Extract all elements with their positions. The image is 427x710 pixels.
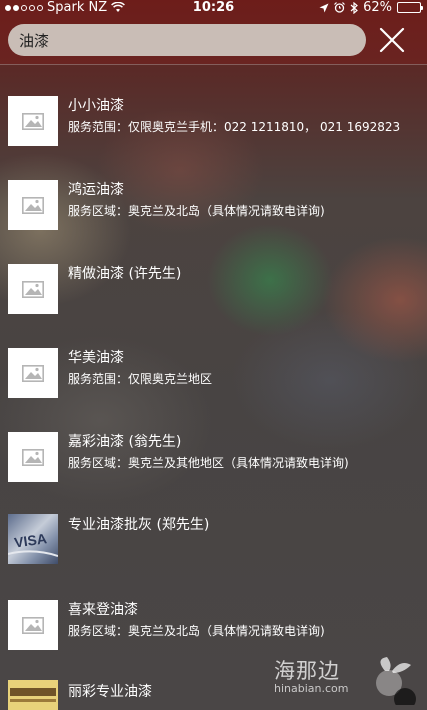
status-right: 62% xyxy=(319,0,423,15)
bluetooth-icon xyxy=(350,1,359,14)
result-item[interactable]: 精做油漆 (许先生) xyxy=(0,236,427,320)
close-button[interactable] xyxy=(377,27,407,55)
alarm-clock-icon xyxy=(334,2,346,13)
result-item[interactable]: 鸿运油漆 服务区域：奥克兰及北岛（具体情况请致电详询) xyxy=(0,152,427,236)
result-title: 精做油漆 (许先生) xyxy=(68,266,182,282)
placeholder-image-icon xyxy=(8,96,58,146)
result-description: 服务区域：奥克兰及其他地区（具体情况请致电详询) xyxy=(68,456,349,470)
result-item[interactable]: 嘉彩油漆 (翁先生) 服务区域：奥克兰及其他地区（具体情况请致电详询) xyxy=(0,404,427,488)
screen: Spark NZ 10:26 62% 油漆 小小油漆 服务范围：仅限奥克兰手机：… xyxy=(0,0,427,710)
result-title: 鸿运油漆 xyxy=(68,182,124,198)
watermark-text: 海那边 xyxy=(274,659,340,683)
result-description: 服务范围：仅限奥克兰手机：022 1211810， 021 1692823 xyxy=(68,120,401,134)
result-title: 喜来登油漆 xyxy=(68,602,138,618)
result-item[interactable]: 喜来登油漆 服务区域：奥克兰及北岛（具体情况请致电详询) xyxy=(0,572,427,656)
placeholder-image-icon xyxy=(8,264,58,314)
result-title: 嘉彩油漆 (翁先生) xyxy=(68,434,182,450)
result-title: 华美油漆 xyxy=(68,350,124,366)
header-divider xyxy=(0,64,427,65)
battery-icon xyxy=(397,2,423,13)
location-arrow-icon xyxy=(319,3,329,12)
placeholder-image-icon xyxy=(8,600,58,650)
result-description: 服务区域：奥克兰及北岛（具体情况请致电详询) xyxy=(68,204,325,218)
status-bar: Spark NZ 10:26 62% xyxy=(0,0,427,16)
placeholder-image-icon xyxy=(8,432,58,482)
result-title: 丽彩专业油漆 xyxy=(68,684,152,700)
watermark-url: hinabian.com xyxy=(274,682,349,695)
header-bar: Spark NZ 10:26 62% 油漆 xyxy=(0,0,427,64)
watermark-logo-icon xyxy=(376,657,416,705)
close-icon[interactable] xyxy=(377,27,407,55)
result-item[interactable]: 小小油漆 服务范围：仅限奥克兰手机：022 1211810， 021 16928… xyxy=(0,68,427,152)
sign-photo-thumbnail xyxy=(8,680,58,710)
search-input[interactable] xyxy=(19,31,349,49)
result-item[interactable]: 华美油漆 服务范围：仅限奥克兰地区 xyxy=(0,320,427,404)
battery-percent: 62% xyxy=(363,0,392,15)
search-field[interactable] xyxy=(8,24,366,56)
watermark: 海那边 hinabian.com xyxy=(270,655,420,705)
result-description: 服务范围：仅限奥克兰地区 xyxy=(68,372,213,386)
visa-photo-thumbnail: VISA xyxy=(8,514,58,564)
result-title: 专业油漆批灰 (郑先生) xyxy=(68,517,210,533)
result-title: 小小油漆 xyxy=(68,98,124,114)
result-description: 服务区域：奥克兰及北岛（具体情况请致电详询) xyxy=(68,624,325,638)
result-item[interactable]: VISA 专业油漆批灰 (郑先生) xyxy=(0,488,427,572)
placeholder-image-icon xyxy=(8,348,58,398)
placeholder-image-icon xyxy=(8,180,58,230)
